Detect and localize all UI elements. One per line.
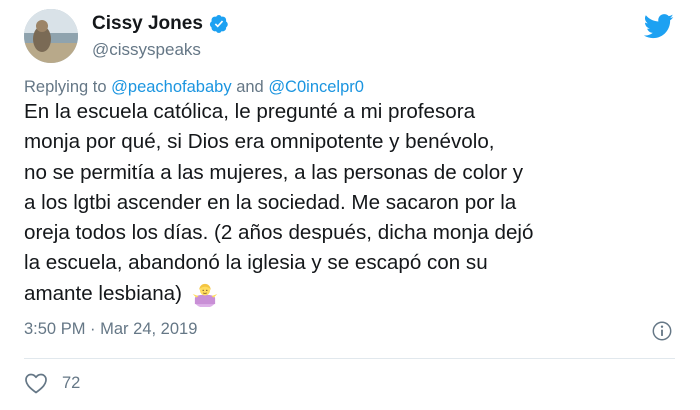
replying-to-conjunction: and	[236, 78, 264, 96]
author-display-name[interactable]: Cissy Jones	[92, 13, 203, 35]
tweet-text-container: En la escuela católica, le pregunté a mi…	[24, 97, 689, 309]
person-shrugging-icon	[192, 284, 218, 308]
replying-to-line: Replying to @peachofababy and @C0incelpr…	[24, 78, 364, 97]
mention-link[interactable]: @C0incelpr0	[268, 78, 364, 96]
tweet-timestamp[interactable]: 3:50 PM · Mar 24, 2019	[24, 320, 197, 339]
meta-separator: ·	[90, 320, 96, 338]
twitter-bird-icon[interactable]	[644, 14, 674, 39]
author-handle[interactable]: @cissyspeaks	[92, 40, 201, 60]
like-count: 72	[62, 373, 81, 392]
heart-icon[interactable]	[24, 372, 48, 394]
like-action[interactable]: 72	[24, 372, 80, 394]
avatar[interactable]	[24, 9, 78, 63]
avatar-image	[24, 9, 78, 63]
info-icon[interactable]	[651, 320, 673, 342]
verified-badge-icon	[209, 15, 228, 33]
tweet-date: Mar 24, 2019	[100, 320, 198, 338]
divider	[24, 358, 675, 359]
mention-link[interactable]: @peachofababy	[111, 78, 231, 96]
tweet-text: En la escuela católica, le pregunté a mi…	[24, 100, 534, 305]
author-name-row: Cissy Jones	[92, 13, 229, 35]
replying-to-label: Replying to	[24, 78, 107, 96]
tweet-time: 3:50 PM	[24, 320, 86, 338]
